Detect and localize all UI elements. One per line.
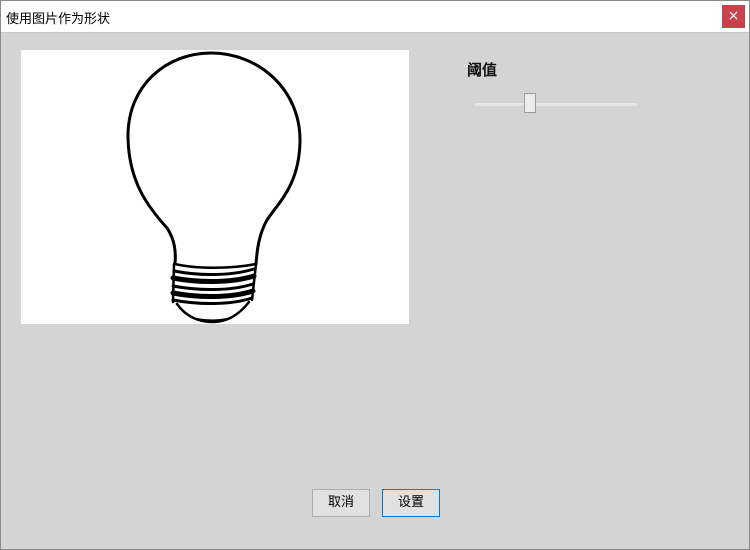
cancel-button[interactable]: 取消 [312, 489, 370, 517]
title-bar[interactable]: 使用图片作为形状 × [1, 1, 749, 33]
threshold-label: 阈值 [467, 61, 498, 79]
lightbulb-image [126, 51, 302, 324]
set-button[interactable]: 设置 [382, 489, 440, 517]
threshold-slider[interactable] [475, 93, 637, 115]
slider-track[interactable] [475, 102, 637, 106]
close-icon: × [727, 8, 740, 24]
slider-thumb[interactable] [524, 93, 537, 113]
close-button[interactable]: × [722, 5, 745, 28]
dialog-window: 使用图片作为形状 × 阈值 取消 设置 [0, 0, 750, 550]
image-preview [21, 50, 409, 324]
window-title: 使用图片作为形状 [6, 12, 111, 27]
